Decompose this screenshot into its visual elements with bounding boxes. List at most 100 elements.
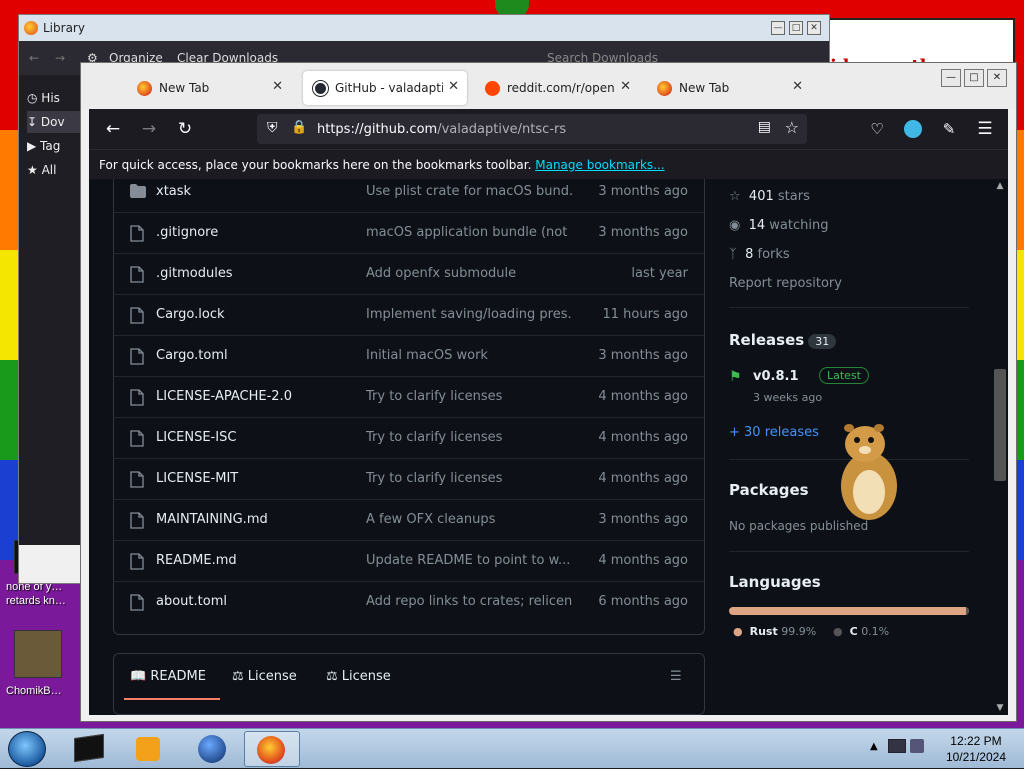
commit-message-link[interactable]: Try to clarify licenses — [366, 389, 572, 404]
desktop-icon-label[interactable]: none of y… retards kn… — [6, 580, 66, 608]
close-window-button[interactable]: ✕ — [987, 69, 1007, 87]
desktop-icon-hamster[interactable] — [14, 630, 62, 678]
minimize-button[interactable]: — — [941, 69, 961, 87]
outline-menu-icon[interactable]: ☰ — [670, 669, 682, 684]
url-host: https://github.com — [317, 122, 438, 137]
taskbar-item-media-player[interactable] — [122, 731, 178, 767]
close-button[interactable]: ✕ — [807, 21, 821, 35]
file-name-link[interactable]: README.md — [156, 553, 237, 568]
file-name-link[interactable]: .gitmodules — [156, 266, 233, 281]
firefox-window[interactable]: New Tab ✕ GitHub - valadaptive/ntsc-rs ✕… — [80, 62, 1017, 722]
tab-readme[interactable]: 📖 README — [130, 669, 206, 684]
manage-bookmarks-link[interactable]: Manage bookmarks... — [535, 158, 664, 172]
hamster-pet-icon[interactable] — [835, 420, 903, 524]
extensions-icon[interactable]: ✎ — [938, 118, 960, 140]
file-name-link[interactable]: LICENSE-ISC — [156, 430, 236, 445]
commit-message-link[interactable]: Add repo links to crates; relicen... — [366, 594, 572, 609]
close-tab-icon[interactable]: ✕ — [792, 79, 803, 94]
tab-new-tab-2[interactable]: New Tab ✕ — [647, 71, 811, 105]
file-name-link[interactable]: about.toml — [156, 594, 227, 609]
minimize-button[interactable]: — — [771, 21, 785, 35]
close-tab-icon[interactable]: ✕ — [272, 79, 283, 94]
forward-icon[interactable]: → — [55, 51, 65, 65]
start-button[interactable] — [8, 731, 46, 767]
menu-icon[interactable]: ☰ — [974, 118, 996, 140]
forks-stat[interactable]: ᛉ 8 forks — [729, 247, 790, 262]
scroll-up-icon[interactable]: ▲ — [992, 181, 1008, 191]
tab-github[interactable]: GitHub - valadaptive/ntsc-rs ✕ — [303, 71, 467, 105]
clock[interactable]: 12:22 PM 10/21/2024 — [946, 733, 1006, 765]
file-name-link[interactable]: Cargo.toml — [156, 348, 228, 363]
account-icon[interactable] — [902, 118, 924, 140]
file-name-link[interactable]: Cargo.lock — [156, 307, 225, 322]
commit-message-link[interactable]: macOS application bundle (not ... — [366, 225, 572, 240]
file-row[interactable]: Cargo.lock Implement saving/loading pres.… — [114, 295, 704, 336]
commit-message-link[interactable]: A few OFX cleanups — [366, 512, 572, 527]
more-releases-link[interactable]: + 30 releases — [729, 425, 819, 440]
tab-reddit[interactable]: reddit.com/r/opensource ✕ — [475, 71, 639, 105]
reload-button[interactable]: ↻ — [174, 118, 196, 140]
language-c[interactable]: ● C 0.1% — [833, 625, 889, 638]
file-name-link[interactable]: LICENSE-MIT — [156, 471, 238, 486]
firefox-icon — [657, 81, 672, 96]
commit-message-link[interactable]: Add openfx submodule — [366, 266, 572, 281]
forward-button[interactable]: → — [138, 118, 160, 140]
file-row[interactable]: MAINTAINING.md A few OFX cleanups 3 months… — [114, 500, 704, 541]
commit-date: 4 months ago — [598, 430, 688, 445]
watching-stat[interactable]: ◉ 14 watching — [729, 218, 828, 233]
shield-icon[interactable]: ⛨ — [267, 120, 278, 136]
taskbar-item-app1[interactable] — [62, 731, 118, 767]
maximize-button[interactable]: □ — [964, 69, 984, 87]
scroll-down-icon[interactable]: ▼ — [992, 703, 1008, 713]
commit-message-link[interactable]: Try to clarify licenses — [366, 430, 572, 445]
network-icon[interactable] — [888, 739, 906, 753]
commit-message-link[interactable]: Initial macOS work — [366, 348, 572, 363]
file-name-link[interactable]: xtask — [156, 184, 191, 199]
taskbar-item-app3[interactable] — [186, 731, 242, 767]
volume-icon[interactable] — [910, 739, 924, 753]
tab-license-1[interactable]: ⚖ License — [232, 669, 297, 684]
tab-label: New Tab — [159, 81, 210, 95]
file-name-link[interactable]: .gitignore — [156, 225, 218, 240]
tab-new-tab-1[interactable]: New Tab ✕ — [127, 71, 291, 105]
commit-message-link[interactable]: Use plist crate for macOS bund... — [366, 184, 572, 199]
library-titlebar[interactable]: Library — □ ✕ — [19, 15, 829, 41]
file-row[interactable]: README.md Update README to point to w... 4… — [114, 541, 704, 582]
file-row[interactable]: LICENSE-APACHE-2.0 Try to clarify license… — [114, 377, 704, 418]
commit-message-link[interactable]: Update README to point to w... — [366, 553, 572, 568]
stars-stat[interactable]: ☆ 401 stars — [729, 189, 810, 204]
desktop-icon-label-2[interactable]: ChomikB… — [6, 684, 66, 698]
scrollbar-thumb[interactable] — [994, 369, 1006, 481]
file-icon — [130, 266, 146, 284]
packages-heading[interactable]: Packages — [729, 481, 809, 499]
file-row[interactable]: LICENSE-MIT Try to clarify licenses 4 mont… — [114, 459, 704, 500]
file-row[interactable]: .gitignore macOS application bundle (not … — [114, 213, 704, 254]
file-name-link[interactable]: LICENSE-APACHE-2.0 — [156, 389, 292, 404]
pocket-icon[interactable]: ♡ — [866, 118, 888, 140]
lock-icon[interactable]: 🔒 — [291, 120, 307, 135]
file-row[interactable]: LICENSE-ISC Try to clarify licenses 4 mont… — [114, 418, 704, 459]
tab-license-2[interactable]: ⚖ License — [326, 669, 391, 684]
close-tab-icon[interactable]: ✕ — [620, 79, 631, 94]
back-icon[interactable]: ← — [29, 51, 39, 65]
file-row[interactable]: .gitmodules Add openfx submodule last year — [114, 254, 704, 295]
reader-view-icon[interactable]: ▤ — [758, 119, 771, 135]
file-row[interactable]: Cargo.toml Initial macOS work 3 months ago — [114, 336, 704, 377]
file-row[interactable]: about.toml Add repo links to crates; reli… — [114, 582, 704, 623]
commit-message-link[interactable]: Implement saving/loading pres... — [366, 307, 572, 322]
taskbar-item-firefox[interactable] — [244, 731, 300, 767]
release-tag-link[interactable]: v0.8.1 — [753, 369, 799, 384]
url-bar[interactable]: ⛨ 🔒 https://github.com/valadaptive/ntsc-… — [257, 114, 807, 144]
file-name-link[interactable]: MAINTAINING.md — [156, 512, 268, 527]
back-button[interactable]: ← — [102, 118, 124, 140]
bookmark-star-icon[interactable]: ☆ — [785, 118, 799, 137]
close-tab-icon[interactable]: ✕ — [448, 79, 459, 94]
maximize-button[interactable]: □ — [789, 21, 803, 35]
releases-heading[interactable]: Releases 31 — [729, 331, 837, 349]
report-repository-link[interactable]: Report repository — [729, 276, 842, 291]
file-row[interactable]: xtask Use plist crate for macOS bund... 3 … — [114, 179, 704, 213]
show-hidden-icons-icon[interactable]: ▲ — [870, 741, 878, 752]
commit-message-link[interactable]: Try to clarify licenses — [366, 471, 572, 486]
page-scrollbar[interactable]: ▲ ▼ — [992, 179, 1008, 715]
language-rust[interactable]: ● Rust 99.9% — [733, 625, 816, 638]
